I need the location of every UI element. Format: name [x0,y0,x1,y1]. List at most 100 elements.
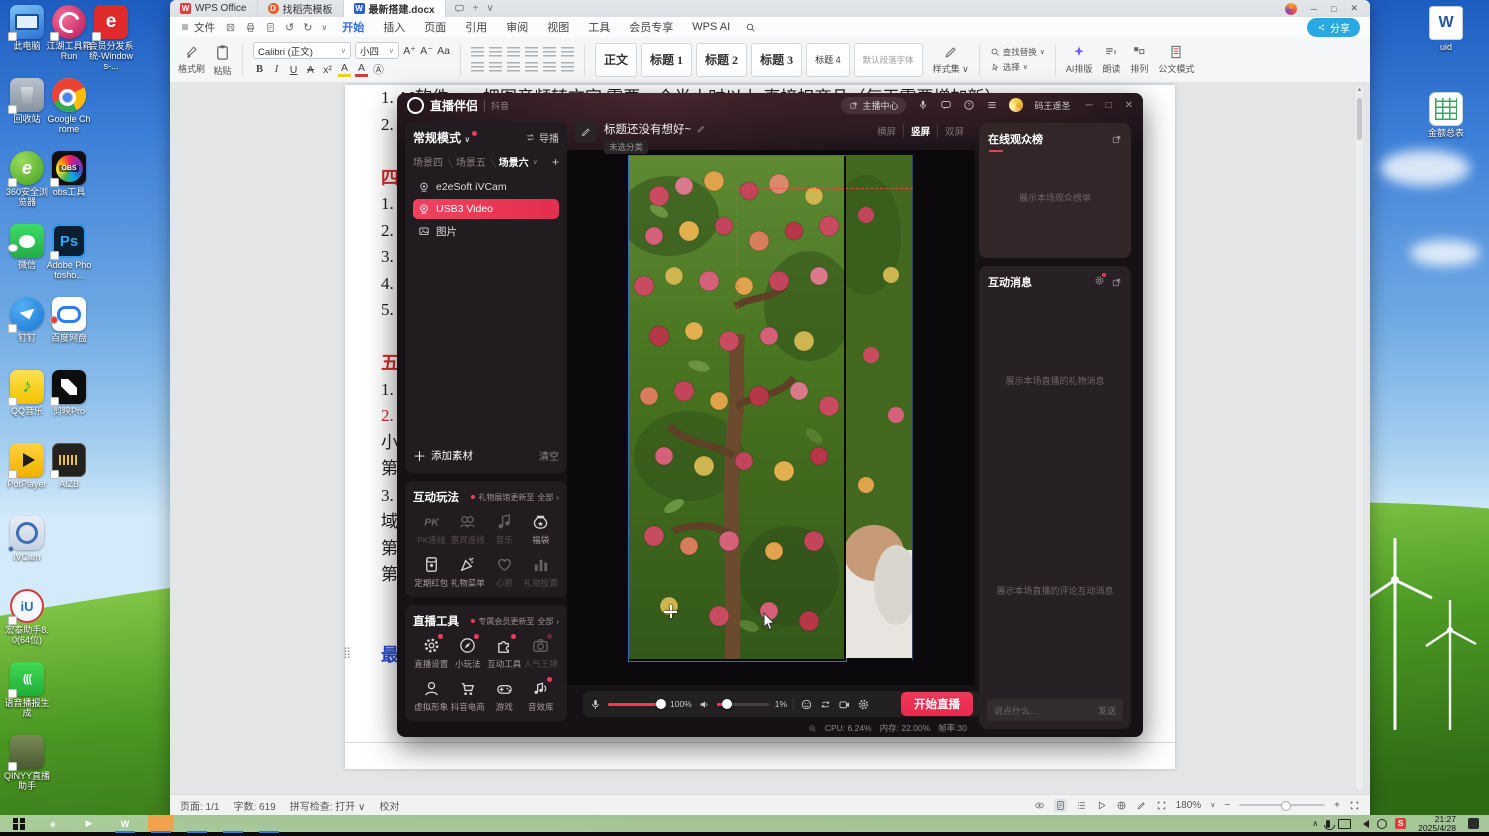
messages-tab[interactable]: 互动消息 [988,274,1032,290]
font-name-select[interactable]: Calibri (正文) ∨ [253,42,352,59]
indent-increase-button[interactable] [525,46,539,58]
orientation-option[interactable]: 双屏 [936,124,971,138]
settings-gear-icon[interactable] [857,698,870,711]
search-icon[interactable] [745,22,756,33]
font-increase-button[interactable]: A⁺ [403,45,416,57]
desktop-icon[interactable]: e 360安全浏览器 [4,151,50,207]
zoom-level[interactable]: 180% [1176,800,1202,811]
wps-doc-tab[interactable]: W WPS Office [170,0,258,17]
edit-title-chip[interactable] [575,121,597,143]
tool-feature[interactable]: 人气王牌 [523,634,560,670]
interact-feature[interactable]: PK连线 [413,512,450,546]
live-minimize-button[interactable]: ─ [1085,100,1092,111]
word-count[interactable]: 字数: 619 [233,798,275,813]
tools-all-link[interactable]: 全部 [537,616,553,627]
notification-center-icon[interactable] [1468,818,1479,829]
ribbon-tab[interactable]: 视图 [546,17,570,37]
clear-button[interactable]: 清空 [539,448,559,463]
taskbar-app[interactable] [148,815,174,833]
sort-button[interactable] [543,46,557,58]
taskbar-app[interactable]: e [40,815,66,832]
select-button[interactable]: 选择 ∨ [990,61,1045,73]
proofread-button[interactable]: 校对 [379,798,399,813]
bold-button[interactable]: B [253,64,266,75]
bullet-list-button[interactable] [471,46,485,58]
desktop-icon[interactable]: Ps Adobe Photosho... [46,224,92,280]
zoom-slider[interactable] [1239,801,1326,811]
shading-button[interactable] [561,61,575,73]
strikethrough-button[interactable]: A [304,64,317,76]
source-item[interactable]: USB3 Video [413,199,559,219]
category-chip[interactable]: 未选分类 [604,140,649,154]
align-center-button[interactable] [489,61,503,73]
align-right-button[interactable] [507,61,521,73]
read-aloud-button[interactable]: 朗读 [1102,44,1120,75]
zoom-chevron-icon[interactable]: ∨ [1210,801,1215,809]
scroll-up-arrow[interactable]: ▲ [1356,87,1363,93]
tab-list-chevron-icon[interactable]: ∨ [486,3,493,14]
tray-ime-icon[interactable]: S [1395,818,1407,829]
style-option[interactable]: 标题 4 [806,42,850,77]
file-menu[interactable]: 文件 [170,20,225,35]
popout-icon[interactable] [1111,134,1122,145]
superscript-button[interactable]: x² [321,64,334,76]
fullscreen-icon[interactable] [1349,800,1360,811]
desktop-icon[interactable]: 金额总表 [1423,92,1469,138]
popout-icon[interactable] [1111,277,1122,288]
taskbar-clock[interactable]: 21:27 2025/4/28 [1414,814,1460,833]
zoom-glass-icon[interactable] [808,724,817,733]
preview-stage[interactable] [567,150,975,685]
doc-mode-button[interactable]: 公文模式 [1158,44,1194,75]
camera-icon[interactable] [838,698,851,711]
zoom-out-button[interactable]: − [1224,800,1230,811]
mode-select[interactable]: 常规模式 ∨ [413,129,470,146]
spellcheck-status[interactable]: 拼写检查: 打开 ∨ [290,798,366,813]
tray-mic-icon[interactable] [1323,819,1335,830]
comment-icon[interactable] [454,3,465,14]
live-maximize-button[interactable]: □ [1106,100,1112,111]
ribbon-tab[interactable]: 审阅 [505,17,529,37]
print-icon[interactable] [245,22,256,33]
font-decrease-button[interactable]: A⁻ [420,45,433,57]
desktop-icon[interactable]: 剪映Pro [46,370,92,416]
taskbar-app[interactable]: W [112,815,138,833]
paste-button[interactable]: 粘贴 [213,43,232,77]
desktop-icon[interactable]: ♪ QQ音乐 [4,370,50,416]
scene-tab[interactable]: 场景五 [445,154,486,169]
outline-view-icon[interactable] [1076,800,1087,811]
wps-maximize-button[interactable]: □ [1331,4,1336,14]
line-spacing-button[interactable] [543,61,557,73]
play-view-icon[interactable] [1096,800,1107,811]
ribbon-tab[interactable]: 开始 [341,17,366,39]
scrollbar-thumb[interactable] [1357,98,1362,140]
speaker-volume-slider[interactable] [716,698,769,709]
undo-icon[interactable]: ↺ [285,21,294,34]
eye-icon[interactable] [1034,800,1045,811]
paragraph-drag-handle[interactable]: ⣿ [343,646,351,659]
find-replace-button[interactable]: 查找替换 ∨ [990,46,1045,58]
interact-all-link[interactable]: 全部 [537,492,553,503]
interact-feature[interactable]: 嘉宾连线 [450,512,487,546]
ribbon-tab[interactable]: 页面 [423,17,447,37]
scene-tab[interactable]: 场景四 [413,154,443,169]
taskbar-app[interactable] [256,815,282,833]
desktop-icon[interactable]: 微信 [4,224,50,270]
director-button[interactable]: 导播 [525,130,559,145]
style-option[interactable]: 正文 [595,42,638,77]
style-option[interactable]: 默认段落字体 [853,42,923,77]
save-icon[interactable] [225,22,236,33]
tray-settings-icon[interactable] [1377,818,1388,829]
ribbon-tab[interactable]: 工具 [587,17,611,37]
mirror-flip-icon[interactable] [819,698,832,711]
page-view-icon[interactable] [1053,798,1067,812]
menu-icon[interactable] [986,99,998,111]
zoom-in-button[interactable]: + [1334,800,1340,811]
desktop-icon[interactable]: QINYY直播助手 [4,735,50,791]
show-marks-button[interactable] [561,46,575,58]
desktop-icon[interactable]: 钉钉 [4,297,50,343]
tray-display-icon[interactable] [1338,818,1352,829]
speaker-icon[interactable] [698,698,711,711]
style-option[interactable]: 标题 3 [751,42,803,77]
tool-feature[interactable]: 游戏 [486,679,523,713]
scene-tab[interactable]: 场景六 [488,154,529,169]
